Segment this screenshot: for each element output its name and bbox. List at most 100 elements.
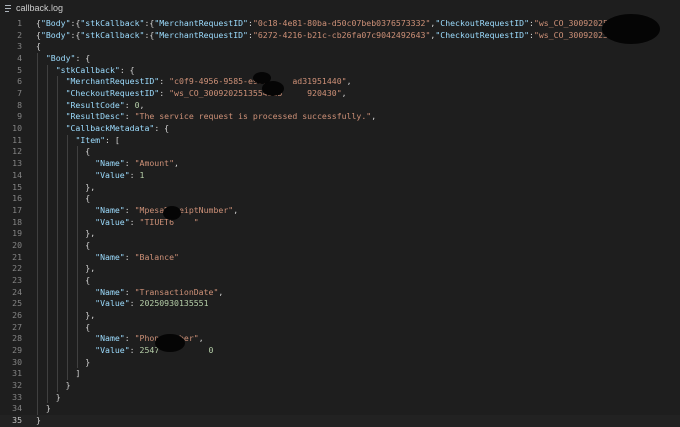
code-token: { bbox=[36, 41, 41, 52]
code-token: "ResultDesc" bbox=[65, 111, 125, 122]
code-line[interactable]: 16 { bbox=[0, 193, 680, 205]
code-line[interactable]: 31 ] bbox=[0, 368, 680, 380]
tab-callback-log[interactable]: callback.log bbox=[4, 3, 63, 13]
code-line[interactable]: 2 {"Body":{"stkCallback":{"MerchantReques… bbox=[0, 30, 680, 42]
code-token: { bbox=[85, 274, 91, 285]
code-token: } bbox=[36, 415, 41, 426]
code-token: : bbox=[159, 76, 170, 87]
line-number: 8 bbox=[17, 99, 22, 110]
code-token: :{ bbox=[144, 18, 155, 28]
code-line[interactable]: 30 } bbox=[0, 357, 680, 369]
code-text: "stkCallback": { bbox=[36, 65, 135, 77]
code-token: { bbox=[85, 321, 91, 332]
code-line[interactable]: 27 { bbox=[0, 322, 680, 334]
code-token: : bbox=[124, 158, 135, 169]
code-text: } bbox=[36, 403, 51, 415]
code-token: "Body" bbox=[45, 53, 76, 64]
code-line[interactable]: 1 {"Body":{"stkCallback":{"MerchantReques… bbox=[0, 18, 680, 30]
code-token: : bbox=[124, 333, 135, 344]
code-token: ] bbox=[75, 368, 81, 379]
code-line[interactable]: 33 } bbox=[0, 392, 680, 404]
code-line[interactable]: 8 "ResultCode": 0, bbox=[0, 100, 680, 112]
code-text: } bbox=[36, 357, 90, 369]
code-line[interactable]: 34 } bbox=[0, 403, 680, 415]
redaction-mark bbox=[262, 81, 284, 96]
code-text: "Value": 1 bbox=[36, 170, 144, 182]
code-token: "TransactionDate" bbox=[134, 286, 219, 297]
code-token: "0c18-4e81-80ba-d50c07beb0376573332" bbox=[252, 18, 431, 28]
line-number: 3 bbox=[17, 41, 22, 52]
code-token: : bbox=[124, 251, 135, 262]
line-number: 9 bbox=[17, 111, 22, 122]
indent-guide bbox=[76, 146, 78, 369]
code-line[interactable]: 35} bbox=[0, 415, 680, 427]
code-token: : bbox=[124, 204, 135, 215]
code-line[interactable]: 15 }, bbox=[0, 182, 680, 194]
code-line[interactable]: 14 "Value": 1 bbox=[0, 170, 680, 182]
code-line[interactable]: 23 { bbox=[0, 275, 680, 287]
code-token: }, bbox=[85, 181, 96, 192]
code-text: ] bbox=[36, 368, 80, 380]
code-line[interactable]: 20 { bbox=[0, 240, 680, 252]
code-token: }, bbox=[85, 263, 96, 274]
code-line[interactable]: 17 "Name": "MpesaReceiptNumber", bbox=[0, 205, 680, 217]
line-number: 10 bbox=[12, 123, 22, 134]
code-token: "Name" bbox=[95, 158, 125, 169]
code-token: : [ bbox=[105, 134, 120, 145]
code-token: "Name" bbox=[95, 286, 125, 297]
code-token: :{ bbox=[70, 29, 81, 40]
code-line[interactable]: 7 "CheckoutRequestID": "ws_CO_3009202513… bbox=[0, 88, 680, 100]
code-line[interactable]: 21 "Name": "Balance" bbox=[0, 252, 680, 264]
indent-guide bbox=[46, 64, 48, 404]
code-line[interactable]: 28 "Name": "PhoneNumber", bbox=[0, 333, 680, 345]
code-text: } bbox=[36, 415, 41, 427]
code-text: }, bbox=[36, 263, 95, 275]
line-number: 30 bbox=[12, 356, 22, 367]
code-text: "Body": { bbox=[36, 53, 90, 65]
code-text: { bbox=[36, 146, 90, 158]
code-text: { bbox=[36, 41, 41, 53]
code-line[interactable]: 9 "ResultDesc": "The service request is … bbox=[0, 111, 680, 123]
code-line[interactable]: 3{ bbox=[0, 41, 680, 53]
line-number: 17 bbox=[12, 204, 22, 215]
code-token: "Balance" bbox=[134, 251, 179, 262]
code-line[interactable]: 29 "Value": 2547 0 bbox=[0, 345, 680, 357]
code-line[interactable]: 11 "Item": [ bbox=[0, 135, 680, 147]
code-line[interactable]: 32 } bbox=[0, 380, 680, 392]
code-token: "Name" bbox=[95, 251, 125, 262]
code-line[interactable]: 25 "Value": 20250930135551 bbox=[0, 298, 680, 310]
code-line[interactable]: 22 }, bbox=[0, 263, 680, 275]
code-editor[interactable]: 1 {"Body":{"stkCallback":{"MerchantReques… bbox=[0, 14, 680, 427]
code-line[interactable]: 24 "Name": "TransactionDate", bbox=[0, 287, 680, 299]
code-line[interactable]: 18 "Value": "TIUET6 " bbox=[0, 217, 680, 229]
redaction-mark bbox=[163, 206, 181, 220]
code-line[interactable]: 5 "stkCallback": { bbox=[0, 65, 680, 77]
code-token: : bbox=[124, 99, 135, 110]
line-number: 28 bbox=[12, 333, 22, 344]
code-token: { bbox=[85, 146, 91, 157]
code-text: "ResultDesc": "The service request is pr… bbox=[36, 111, 377, 123]
code-token: "6272-4216-b21c-cb26fa07c9042492643" bbox=[252, 29, 431, 40]
code-line[interactable]: 12 { bbox=[0, 146, 680, 158]
code-token: "CallbackMetadata" bbox=[65, 123, 155, 134]
code-text: "MerchantRequestID": "c0f9-4956-9585-e9e… bbox=[36, 76, 352, 88]
code-token: "ResultCode" bbox=[65, 99, 125, 110]
code-text: { bbox=[36, 322, 90, 334]
code-text: "Value": 20250930135551 bbox=[36, 298, 208, 310]
line-number: 33 bbox=[12, 391, 22, 402]
code-line[interactable]: 13 "Name": "Amount", bbox=[0, 158, 680, 170]
code-line[interactable]: 4 "Body": { bbox=[0, 53, 680, 65]
code-line[interactable]: 10 "CallbackMetadata": { bbox=[0, 123, 680, 135]
code-line[interactable]: 19 }, bbox=[0, 228, 680, 240]
line-number: 21 bbox=[12, 251, 22, 262]
code-line[interactable]: 6 "MerchantRequestID": "c0f9-4956-9585-e… bbox=[0, 76, 680, 88]
code-token: "The service request is processed succes… bbox=[134, 111, 372, 122]
code-token: } bbox=[45, 403, 51, 414]
code-text: }, bbox=[36, 182, 95, 194]
code-line[interactable]: 26 }, bbox=[0, 310, 680, 322]
